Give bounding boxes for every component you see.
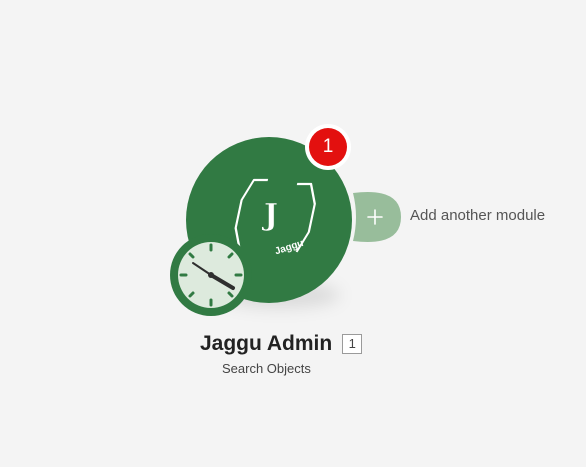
- module-title-row: Jaggu Admin 1: [200, 330, 363, 358]
- logo-letter: J: [261, 198, 278, 233]
- notification-badge[interactable]: 1: [305, 124, 351, 170]
- add-module-label[interactable]: Add another module: [410, 207, 545, 224]
- module-action: Search Objects: [222, 361, 311, 376]
- module-title[interactable]: Jaggu Admin: [200, 332, 332, 356]
- logo-text: Jaggu: [274, 238, 305, 258]
- scenario-canvas[interactable]: J Jaggu 1 Add another module Jaggu Admin…: [0, 0, 586, 467]
- notification-count: 1: [309, 128, 347, 166]
- clock-icon[interactable]: [169, 233, 253, 317]
- module-id-badge: 1: [342, 334, 363, 354]
- add-module-button[interactable]: [353, 191, 401, 243]
